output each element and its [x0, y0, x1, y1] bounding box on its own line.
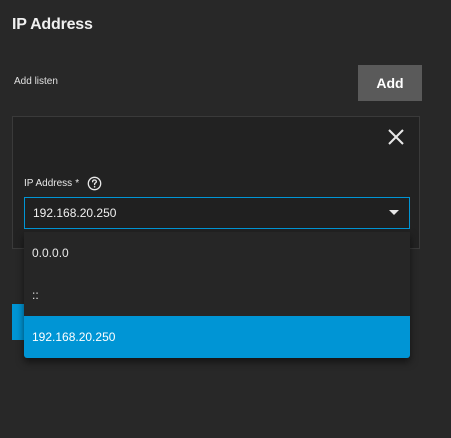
close-icon[interactable] — [386, 127, 406, 147]
ip-address-label: IP Address * — [24, 178, 79, 189]
ip-address-label-text: IP Address — [24, 178, 73, 189]
chevron-down-icon — [389, 210, 399, 215]
ip-address-select[interactable]: 192.168.20.250 — [24, 197, 410, 229]
page-title: IP Address — [12, 16, 93, 33]
ip-address-dropdown: 0.0.0.0 :: 192.168.20.250 — [24, 232, 410, 358]
dropdown-option[interactable]: 0.0.0.0 — [24, 232, 410, 274]
dropdown-option-selected[interactable]: 192.168.20.250 — [24, 316, 410, 358]
ip-address-select-value: 192.168.20.250 — [33, 206, 117, 220]
add-listen-label: Add listen — [14, 76, 58, 87]
page: IP Address Add listen Add IP Address * 1… — [0, 0, 451, 438]
add-button[interactable]: Add — [358, 65, 422, 101]
help-icon[interactable] — [87, 176, 102, 191]
dropdown-option[interactable]: :: — [24, 274, 410, 316]
required-marker: * — [75, 178, 80, 189]
